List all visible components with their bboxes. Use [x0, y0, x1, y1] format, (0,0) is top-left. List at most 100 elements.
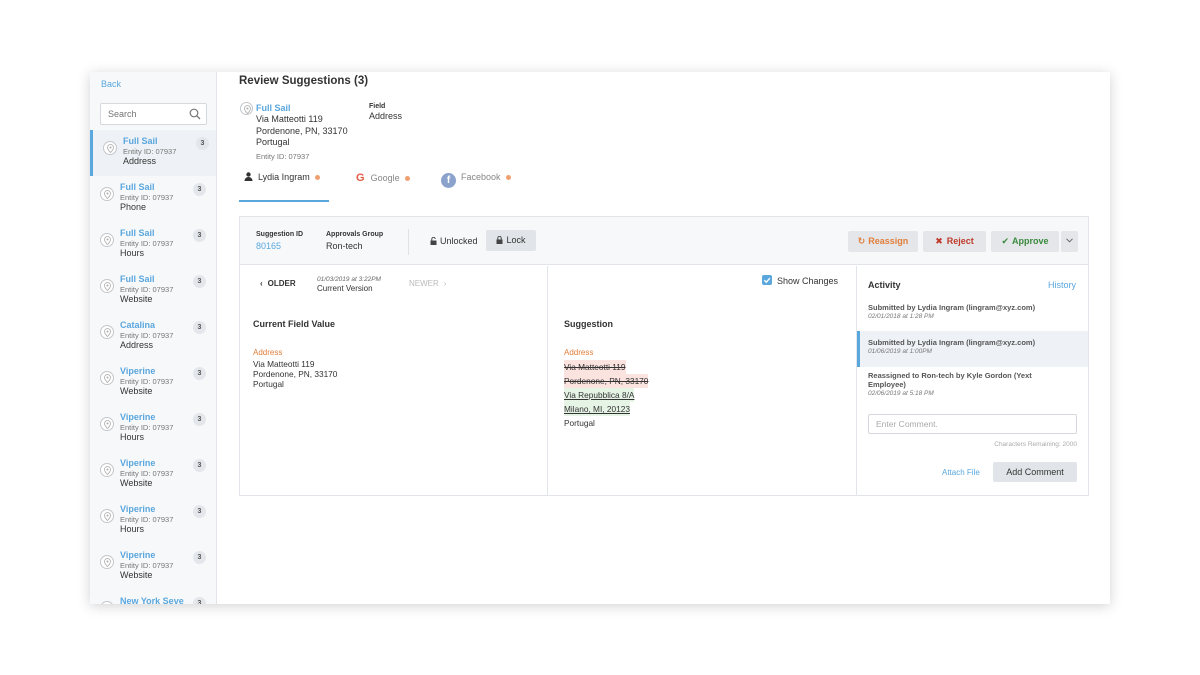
- entity-name: Full Sail: [123, 136, 158, 146]
- suggestion-count-badge: 3: [193, 459, 206, 472]
- current-address-label: Address: [253, 348, 283, 357]
- approvals-group-value: Ron-tech: [326, 241, 363, 251]
- address-line: Via Matteotti 119: [256, 114, 323, 124]
- lock-button[interactable]: Lock: [486, 230, 536, 251]
- history-link[interactable]: History: [1048, 280, 1076, 290]
- entity-id: Entity ID: 07937: [256, 152, 310, 161]
- entity-id: Entity ID: 07937: [120, 193, 174, 202]
- search-icon[interactable]: [189, 108, 201, 120]
- reassign-label: Reassign: [868, 236, 909, 246]
- entity-id: Entity ID: 07937: [123, 147, 177, 156]
- x-icon: ✖: [935, 236, 943, 246]
- entity-list-item[interactable]: Viperine Entity ID: 07937 Website 3: [90, 452, 216, 498]
- activity-text: Reassigned to Ron-tech by Kyle Gordon (Y…: [868, 371, 1032, 389]
- activity-title: Activity: [868, 280, 901, 290]
- unchanged-line: Portugal: [564, 418, 595, 428]
- entity-list-item[interactable]: Full Sail Entity ID: 07937 Website 3: [90, 268, 216, 314]
- entity-list-item[interactable]: Viperine Entity ID: 07937 Website 3: [90, 360, 216, 406]
- entity-name: Full Sail: [120, 182, 155, 192]
- suggestion-id-link[interactable]: 80165: [256, 241, 281, 251]
- reject-button[interactable]: ✖ Reject: [923, 231, 986, 252]
- entity-name: Viperine: [120, 412, 156, 422]
- tab-label: Lydia Ingram: [258, 172, 310, 182]
- location-pin-icon: [100, 463, 114, 477]
- entity-name: Viperine: [120, 366, 156, 376]
- entity-list-item[interactable]: New York Seve 3: [90, 590, 216, 604]
- suggestion-address-label: Address: [564, 348, 594, 357]
- version-label: Current Version: [317, 284, 373, 293]
- comment-input[interactable]: Enter Comment.: [868, 414, 1077, 434]
- suggestion-count-badge: 3: [193, 597, 206, 604]
- activity-date: 01/06/2019 at 1:00PM: [868, 348, 932, 355]
- tab-facebook[interactable]: f Facebook: [441, 172, 511, 202]
- location-pin-icon: [100, 509, 114, 523]
- facebook-icon: f: [441, 173, 456, 188]
- entity-list-item[interactable]: Full Sail Entity ID: 07937 Phone 3: [90, 176, 216, 222]
- entity-id: Entity ID: 07937: [120, 469, 174, 478]
- entity-field: Hours: [120, 432, 145, 442]
- entity-field: Website: [120, 386, 153, 396]
- entity-id: Entity ID: 07937: [120, 331, 174, 340]
- location-pin-icon: [240, 102, 253, 115]
- entity-name: Catalina: [120, 320, 156, 330]
- lock-icon: [496, 235, 503, 244]
- tab-label: Google: [370, 173, 400, 183]
- entity-name: Full Sail: [120, 228, 155, 238]
- current-address: Via Matteotti 119 Pordenone, PN, 33170 P…: [253, 359, 337, 389]
- entity-list-item[interactable]: Viperine Entity ID: 07937 Hours 3: [90, 498, 216, 544]
- entity-list-item[interactable]: Viperine Entity ID: 07937 Hours 3: [90, 406, 216, 452]
- refresh-icon: ↻: [857, 236, 866, 246]
- lock-button-label: Lock: [506, 235, 526, 245]
- address-line: Pordenone, PN, 33170: [253, 369, 338, 379]
- entity-list-item[interactable]: Catalina Entity ID: 07937 Address 3: [90, 314, 216, 360]
- location-pin-icon: [100, 601, 114, 604]
- address-line: Portugal: [256, 137, 290, 147]
- suggestion-toolbar: Suggestion ID 80165 Approvals Group Ron-…: [240, 217, 1088, 265]
- activity-item: Reassigned to Ron-tech by Kyle Gordon (Y…: [857, 371, 1088, 407]
- current-field-title: Current Field Value: [253, 319, 336, 329]
- suggestion-count-badge: 3: [193, 551, 206, 564]
- characters-remaining: Characters Remaining: 2000: [994, 441, 1077, 448]
- address-line: Portugal: [253, 379, 284, 389]
- google-icon: G: [356, 172, 365, 184]
- newer-button[interactable]: NEWER ›: [409, 279, 446, 288]
- older-label: OLDER: [267, 279, 296, 288]
- chevron-right-icon: ›: [443, 279, 447, 288]
- older-button[interactable]: ‹ OLDER: [260, 279, 296, 288]
- entity-id: Entity ID: 07937: [120, 285, 174, 294]
- entity-list-item[interactable]: Full Sail Entity ID: 07937 Address 3: [90, 130, 216, 176]
- location-pin-icon: [100, 371, 114, 385]
- attach-file-link[interactable]: Attach File: [942, 468, 980, 477]
- entity-name: Viperine: [120, 504, 156, 514]
- back-link[interactable]: Back: [101, 79, 121, 89]
- added-line: Milano, MI, 20123: [564, 402, 630, 416]
- show-changes-checkbox[interactable]: Show Changes: [762, 275, 838, 286]
- tab-lydia-ingram[interactable]: Lydia Ingram: [239, 172, 329, 202]
- entity-list-item[interactable]: Full Sail Entity ID: 07937 Hours 3: [90, 222, 216, 268]
- tab-google[interactable]: G Google: [356, 172, 410, 202]
- activity-item: Submitted by Lydia Ingram (lingram@xyz.c…: [857, 303, 1088, 329]
- approve-options-button[interactable]: [1061, 231, 1078, 252]
- page-title: Review Suggestions (3): [239, 75, 369, 87]
- search-input[interactable]: [101, 104, 181, 124]
- entity-field: Hours: [120, 248, 145, 258]
- suggestion-count-badge: 3: [193, 183, 206, 196]
- add-comment-button[interactable]: Add Comment: [993, 462, 1077, 482]
- show-changes-label: Show Changes: [777, 276, 839, 286]
- approve-button[interactable]: ✔ Approve: [991, 231, 1059, 252]
- entity-id: Entity ID: 07937: [120, 423, 174, 432]
- entity-list-item[interactable]: Viperine Entity ID: 07937 Website 3: [90, 544, 216, 590]
- removed-line: Via Matteotti 119: [564, 360, 626, 374]
- entity-name-link[interactable]: Full Sail: [256, 103, 291, 113]
- entity-id: Entity ID: 07937: [120, 515, 174, 524]
- reassign-button[interactable]: ↻ Reassign: [848, 231, 918, 252]
- entity-field: Address: [120, 340, 154, 350]
- suggestion-title: Suggestion: [564, 319, 613, 329]
- location-pin-icon: [100, 187, 114, 201]
- entity-name: Full Sail: [120, 274, 155, 284]
- check-icon: ✔: [1001, 236, 1010, 246]
- entity-list: Full Sail Entity ID: 07937 Address 3 Ful…: [90, 130, 216, 604]
- address-line: Via Matteotti 119: [253, 359, 315, 369]
- activity-item: Submitted by Lydia Ingram (lingram@xyz.c…: [857, 331, 1088, 367]
- version-date: 01/03/2019 at 3:22PM: [317, 276, 381, 283]
